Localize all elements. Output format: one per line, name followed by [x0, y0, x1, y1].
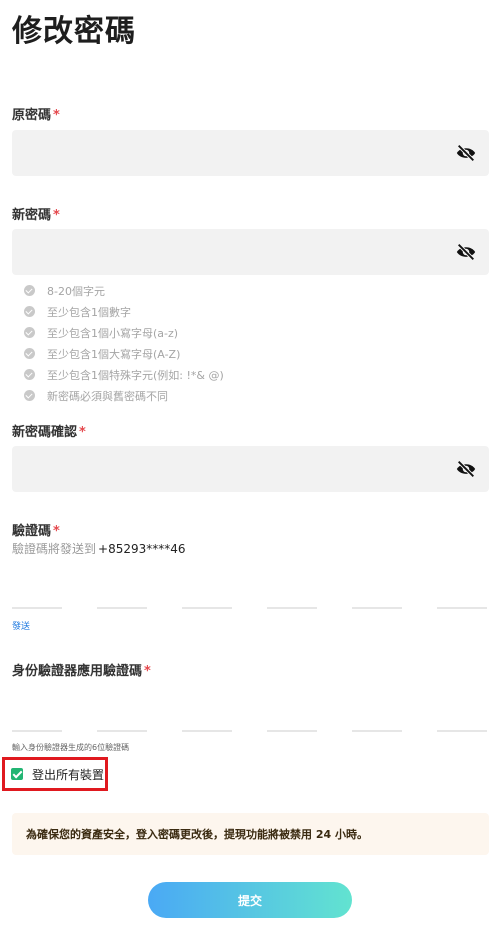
code-digit-slot[interactable]	[97, 607, 147, 609]
phone-number: +85293****46	[98, 542, 186, 556]
new-password-input[interactable]	[12, 229, 489, 275]
authenticator-hint: 輸入身份驗證器生成的6位驗證碼	[12, 743, 130, 752]
password-rule: 至少包含1個大寫字母(A-Z)	[24, 343, 224, 364]
eye-off-icon[interactable]	[455, 242, 477, 262]
new-password-label-text: 新密碼	[12, 208, 52, 223]
check-icon	[24, 327, 35, 338]
check-icon	[24, 306, 35, 317]
logout-all-devices-checkbox[interactable]: 登出所有裝置	[2, 757, 108, 791]
password-rule: 8-20個字元	[24, 280, 224, 301]
new-password-field[interactable]	[12, 229, 489, 275]
password-rules-list: 8-20個字元 至少包含1個數字 至少包含1個小寫字母(a-z) 至少包含1個大…	[24, 280, 224, 406]
send-code-link[interactable]: 發送	[12, 619, 30, 632]
required-mark: *	[53, 208, 60, 223]
eye-off-icon[interactable]	[455, 143, 477, 163]
code-digit-slot[interactable]	[12, 730, 62, 732]
code-digit-slot[interactable]	[12, 607, 62, 609]
confirm-password-label-text: 新密碼確認	[12, 425, 78, 440]
old-password-label-text: 原密碼	[12, 108, 52, 123]
security-notice: 為確保您的資產安全，登入密碼更改後，提現功能將被禁用 24 小時。	[12, 813, 489, 855]
security-notice-text: 為確保您的資產安全，登入密碼更改後，提現功能將被禁用 24 小時。	[26, 828, 368, 841]
submit-button[interactable]: 提交	[148, 882, 352, 918]
check-icon	[24, 285, 35, 296]
page-title: 修改密碼	[12, 14, 136, 49]
verification-hint-text: 驗證碼將發送到	[12, 542, 97, 556]
code-digit-slot[interactable]	[267, 607, 317, 609]
checkbox-checked-icon[interactable]	[11, 768, 23, 780]
code-digit-slot[interactable]	[437, 730, 487, 732]
required-mark: *	[53, 108, 60, 123]
required-mark: *	[53, 524, 60, 539]
code-digit-slot[interactable]	[437, 607, 487, 609]
confirm-password-field[interactable]	[12, 446, 489, 492]
old-password-input[interactable]	[12, 130, 489, 176]
confirm-password-input[interactable]	[12, 446, 489, 492]
check-icon	[24, 390, 35, 401]
old-password-field[interactable]	[12, 130, 489, 176]
password-rule: 至少包含1個數字	[24, 301, 224, 322]
verification-code-label: 驗證碼 *	[12, 520, 60, 539]
required-mark: *	[144, 664, 151, 679]
new-password-label: 新密碼 *	[12, 204, 60, 223]
code-digit-slot[interactable]	[182, 607, 232, 609]
old-password-label: 原密碼 *	[12, 104, 60, 123]
password-rule: 至少包含1個特殊字元(例如: !*& @)	[24, 364, 224, 385]
authenticator-code-label: 身份驗證器應用驗證碼 *	[12, 660, 151, 679]
required-mark: *	[79, 425, 86, 440]
code-digit-slot[interactable]	[97, 730, 147, 732]
code-digit-slot[interactable]	[352, 730, 402, 732]
code-digit-slot[interactable]	[267, 730, 317, 732]
logout-all-devices-label: 登出所有裝置	[32, 767, 105, 782]
verification-code-label-text: 驗證碼	[12, 524, 52, 539]
sms-code-input[interactable]	[12, 607, 487, 609]
password-rule: 至少包含1個小寫字母(a-z)	[24, 322, 224, 343]
verification-hint: 驗證碼將發送到 +85293****46	[12, 540, 186, 557]
authenticator-code-input[interactable]	[12, 730, 487, 732]
password-rule: 新密碼必須與舊密碼不同	[24, 385, 224, 406]
check-icon	[24, 348, 35, 359]
eye-off-icon[interactable]	[455, 459, 477, 479]
check-icon	[24, 369, 35, 380]
code-digit-slot[interactable]	[182, 730, 232, 732]
code-digit-slot[interactable]	[352, 607, 402, 609]
authenticator-code-label-text: 身份驗證器應用驗證碼	[12, 664, 143, 679]
confirm-password-label: 新密碼確認 *	[12, 421, 86, 440]
